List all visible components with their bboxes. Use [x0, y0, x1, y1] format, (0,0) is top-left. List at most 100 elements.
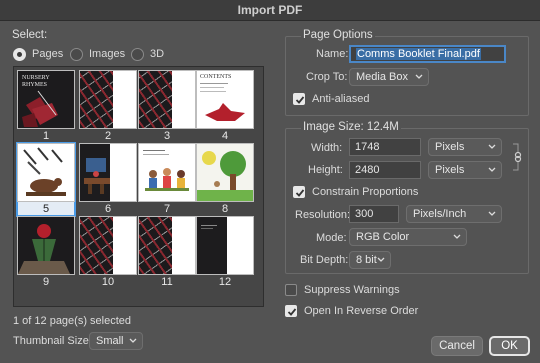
- page-thumbnail-2[interactable]: 2: [79, 70, 137, 143]
- name-value: Comms Booklet Final.pdf: [356, 48, 481, 60]
- page-thumbnail-8[interactable]: 8: [196, 143, 254, 216]
- height-unit-value: Pixels: [435, 164, 465, 176]
- page-thumbnail-7[interactable]: 7: [138, 143, 196, 216]
- page-number: 8: [221, 203, 229, 215]
- bit-depth-label: Bit Depth:: [300, 254, 349, 266]
- suppress-warnings-checkbox[interactable]: [285, 284, 297, 296]
- name-label: Name:: [316, 48, 349, 60]
- height-label: Height:: [308, 164, 343, 176]
- chevron-down-icon: [488, 144, 496, 149]
- illustration: [205, 103, 245, 121]
- images-radio[interactable]: [70, 48, 83, 61]
- page-number: 12: [218, 276, 232, 288]
- illustration: [197, 144, 253, 201]
- page-4-title: CONTENTS: [200, 74, 232, 80]
- mode-value: RGB Color: [356, 231, 410, 243]
- page-number: 3: [163, 130, 171, 142]
- page-1-title-line1: NURSERY: [22, 75, 50, 81]
- chevron-down-icon: [377, 257, 385, 262]
- page-number: 2: [104, 130, 112, 142]
- thumbnail-size-select[interactable]: Small: [89, 332, 143, 350]
- page-preview: [196, 143, 254, 202]
- reverse-order-checkbox[interactable]: [285, 305, 297, 317]
- width-field[interactable]: 1748: [349, 138, 421, 156]
- page-preview: [79, 143, 137, 202]
- page-thumbnail-10[interactable]: 10: [79, 216, 137, 289]
- page-number: 11: [161, 276, 173, 288]
- mode-label: Mode:: [316, 232, 347, 244]
- crop-to-select[interactable]: Media Box: [349, 68, 429, 86]
- page-preview: [138, 143, 196, 202]
- link-icon[interactable]: [511, 142, 525, 172]
- resolution-field[interactable]: 300: [349, 205, 399, 223]
- pages-radio-label[interactable]: Pages: [32, 48, 63, 60]
- chevron-down-icon: [488, 211, 496, 216]
- page-thumbnail-5[interactable]: 5: [16, 142, 76, 217]
- page-preview: [138, 70, 196, 129]
- page-number: 1: [42, 130, 50, 142]
- illustration: [18, 224, 70, 274]
- chevron-down-icon: [415, 74, 423, 79]
- image-size-title: Image Size: 12.4M: [301, 121, 401, 133]
- bit-depth-select[interactable]: 8 bit: [349, 251, 391, 269]
- illustration: [23, 147, 66, 196]
- suppress-warnings-label[interactable]: Suppress Warnings: [304, 284, 400, 296]
- illustration: [145, 168, 189, 191]
- crop-to-label: Crop To:: [306, 71, 348, 83]
- page-preview: [17, 216, 75, 275]
- anti-aliased-checkbox[interactable]: [293, 93, 305, 105]
- page-thumbnail-9[interactable]: 9: [17, 216, 75, 289]
- dialog-title: Import PDF: [0, 0, 540, 21]
- constrain-proportions-label[interactable]: Constrain Proportions: [312, 186, 418, 198]
- page-preview: [196, 216, 254, 275]
- select-title: Select:: [12, 29, 48, 41]
- crop-to-value: Media Box: [356, 71, 408, 83]
- page-thumbnail-1[interactable]: NURSERY RHYMES 1: [17, 70, 75, 143]
- page-number: 6: [104, 203, 112, 215]
- name-field[interactable]: Comms Booklet Final.pdf: [349, 45, 506, 63]
- resolution-unit-select[interactable]: Pixels/Inch: [406, 205, 502, 223]
- page-thumbnail-11[interactable]: 11: [138, 216, 196, 289]
- pages-radio[interactable]: [13, 48, 26, 61]
- illustration: [22, 90, 58, 127]
- reverse-order-label[interactable]: Open In Reverse Order: [304, 305, 418, 317]
- page-thumbnail-6[interactable]: 6: [79, 143, 137, 216]
- 3d-radio-label[interactable]: 3D: [150, 48, 164, 60]
- page-thumbnail-4[interactable]: CONTENTS 4: [196, 70, 254, 143]
- page-number: 7: [163, 203, 171, 215]
- thumbnail-grid[interactable]: NURSERY RHYMES 1 2 3 CONTENTS 4 5 6 7 8 …: [13, 66, 264, 307]
- constrain-proportions-checkbox[interactable]: [293, 186, 305, 198]
- illustration: [84, 158, 110, 194]
- height-field[interactable]: 2480: [349, 161, 421, 179]
- width-unit-select[interactable]: Pixels: [428, 138, 502, 156]
- chevron-down-icon: [488, 167, 496, 172]
- height-unit-select[interactable]: Pixels: [428, 161, 502, 179]
- chevron-down-icon: [129, 338, 137, 343]
- images-radio-label[interactable]: Images: [89, 48, 125, 60]
- resolution-label: Resolution:: [295, 209, 351, 221]
- anti-aliased-label[interactable]: Anti-aliased: [312, 93, 369, 105]
- ok-button[interactable]: OK: [489, 336, 530, 356]
- page-preview: CONTENTS: [196, 70, 254, 129]
- page-number: 9: [42, 276, 50, 288]
- bit-depth-value: 8 bit: [356, 254, 377, 266]
- thumbnail-size-value: Small: [96, 335, 124, 347]
- width-unit-value: Pixels: [435, 141, 465, 153]
- page-preview: [79, 70, 137, 129]
- page-thumbnail-3[interactable]: 3: [138, 70, 196, 143]
- page-preview: [79, 216, 137, 275]
- mode-select[interactable]: RGB Color: [349, 228, 467, 246]
- page-preview: [17, 143, 75, 202]
- page-preview: [138, 216, 196, 275]
- cancel-button[interactable]: Cancel: [431, 336, 483, 356]
- thumbnail-size-label: Thumbnail Size:: [13, 335, 92, 347]
- page-number: 4: [221, 130, 229, 142]
- resolution-unit-value: Pixels/Inch: [413, 208, 467, 220]
- page-thumbnail-12[interactable]: 12: [196, 216, 254, 289]
- page-preview: NURSERY RHYMES: [17, 70, 75, 129]
- 3d-radio[interactable]: [131, 48, 144, 61]
- width-label: Width:: [311, 142, 343, 154]
- selection-status: 1 of 12 page(s) selected: [13, 315, 132, 327]
- page-number: 10: [101, 276, 115, 288]
- page-number: 5: [42, 203, 50, 215]
